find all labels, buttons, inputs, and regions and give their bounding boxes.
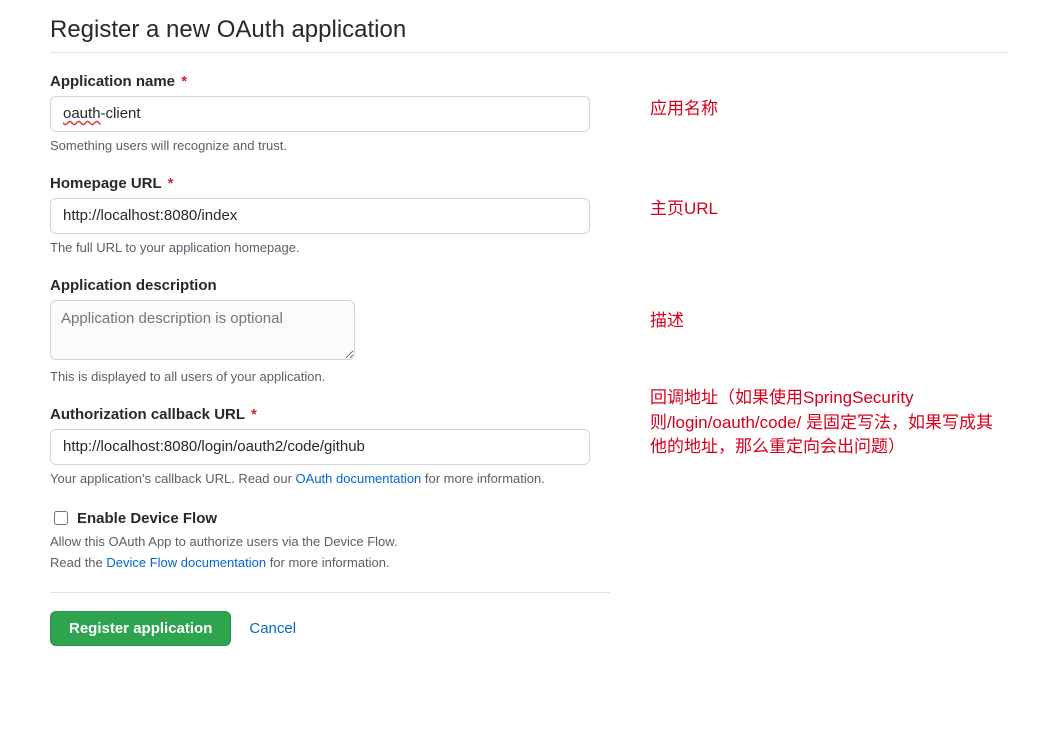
field-device-flow: Enable Device Flow Allow this OAuth App … — [50, 508, 610, 570]
device-flow-documentation-link[interactable]: Device Flow documentation — [106, 555, 266, 570]
annotation-app-name: 应用名称 — [650, 97, 1007, 122]
device-flow-checkbox[interactable] — [54, 511, 68, 525]
callback-url-hint: Your application's callback URL. Read ou… — [50, 471, 610, 486]
callback-url-label: Authorization callback URL * — [50, 406, 610, 423]
oauth-documentation-link[interactable]: OAuth documentation — [296, 471, 422, 486]
device-flow-hint2: Read the Device Flow documentation for m… — [50, 555, 610, 570]
homepage-url-input[interactable] — [50, 198, 590, 234]
form-footer: Register application Cancel — [50, 593, 610, 646]
homepage-url-label: Homepage URL * — [50, 175, 610, 192]
field-homepage-url: Homepage URL * The full URL to your appl… — [50, 175, 610, 255]
application-name-label: Application name * — [50, 73, 610, 90]
annotations-column: 应用名称 主页URL 描述 回调地址（如果使用SpringSecurity则/l… — [650, 53, 1007, 460]
required-mark: * — [251, 406, 257, 423]
homepage-url-hint: The full URL to your application homepag… — [50, 240, 610, 255]
field-application-description: Application description This is displaye… — [50, 277, 610, 384]
oauth-form: Application name * oauth-client Somethin… — [50, 53, 610, 646]
cancel-link[interactable]: Cancel — [249, 620, 296, 637]
annotation-description: 描述 — [650, 309, 1007, 334]
device-flow-label: Enable Device Flow — [77, 510, 217, 527]
field-application-name: Application name * oauth-client Somethin… — [50, 73, 610, 153]
required-mark: * — [181, 73, 187, 90]
callback-url-input[interactable] — [50, 429, 590, 465]
page-title: Register a new OAuth application — [50, 16, 1007, 44]
device-flow-hint1: Allow this OAuth App to authorize users … — [50, 534, 610, 549]
application-name-hint: Something users will recognize and trust… — [50, 138, 610, 153]
field-callback-url: Authorization callback URL * Your applic… — [50, 406, 610, 486]
required-mark: * — [168, 175, 174, 192]
annotation-homepage: 主页URL — [650, 197, 1007, 222]
application-description-hint: This is displayed to all users of your a… — [50, 369, 610, 384]
application-name-input[interactable]: oauth-client — [50, 96, 590, 132]
annotation-callback: 回调地址（如果使用SpringSecurity则/login/oauth/cod… — [650, 386, 1007, 460]
register-application-button[interactable]: Register application — [50, 611, 231, 646]
application-description-label: Application description — [50, 277, 610, 294]
application-description-input[interactable] — [50, 300, 355, 360]
